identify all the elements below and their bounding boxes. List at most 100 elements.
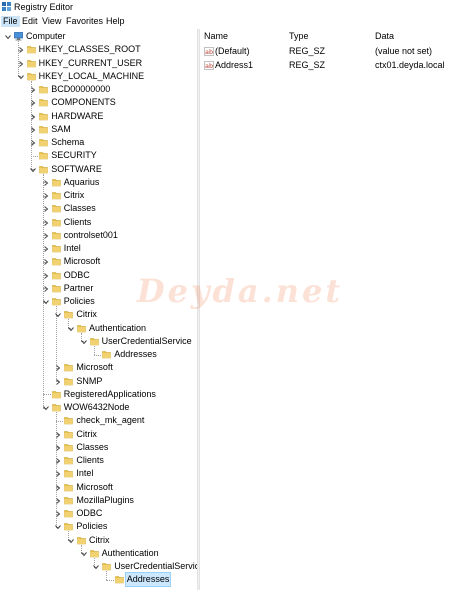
chevron-down-icon[interactable] xyxy=(42,295,50,308)
tree-item[interactable]: Microsoft xyxy=(0,361,197,374)
chevron-right-icon[interactable] xyxy=(54,507,62,520)
tree-item[interactable]: SAM xyxy=(0,123,197,136)
value-type[interactable]: REG_SZ xyxy=(289,59,325,72)
tree-item[interactable]: Microsoft xyxy=(0,481,197,494)
chevron-right-icon[interactable] xyxy=(42,229,50,242)
tree-item[interactable]: Policies xyxy=(0,520,197,533)
chevron-right-icon[interactable] xyxy=(42,242,50,255)
tree-item[interactable]: Citrix xyxy=(0,428,197,441)
tree-item[interactable]: Clients xyxy=(0,216,197,229)
menu-help[interactable]: Help xyxy=(104,16,127,27)
chevron-right-icon[interactable] xyxy=(29,123,37,136)
menu-view[interactable]: View xyxy=(40,16,63,27)
tree-item[interactable]: SECURITY xyxy=(0,149,197,162)
chevron-right-icon[interactable] xyxy=(42,202,50,215)
tree-item[interactable]: Policies xyxy=(0,295,197,308)
tree-item[interactable]: Clients xyxy=(0,454,197,467)
chevron-right-icon[interactable] xyxy=(42,269,50,282)
tree-item[interactable]: Computer xyxy=(0,30,197,43)
column-header-data[interactable]: Data xyxy=(375,29,394,44)
tree-item[interactable]: Addresses xyxy=(0,348,197,361)
chevron-down-icon[interactable] xyxy=(67,534,75,547)
folder-icon xyxy=(51,298,61,306)
chevron-right-icon[interactable] xyxy=(42,282,50,295)
tree-item[interactable]: SNMP xyxy=(0,375,197,388)
tree-item-label: Classes xyxy=(76,441,109,452)
chevron-down-icon[interactable] xyxy=(92,560,100,573)
menu-edit[interactable]: Edit xyxy=(20,16,40,27)
tree-item[interactable]: Citrix xyxy=(0,308,197,321)
tree-item[interactable]: HARDWARE xyxy=(0,110,197,123)
chevron-down-icon[interactable] xyxy=(4,30,12,43)
chevron-right-icon[interactable] xyxy=(42,189,50,202)
tree-item[interactable]: HKEY_CLASSES_ROOT xyxy=(0,43,197,56)
chevron-down-icon[interactable] xyxy=(29,163,37,176)
value-type[interactable]: REG_SZ xyxy=(289,45,325,58)
tree-item[interactable]: Citrix xyxy=(0,189,197,202)
value-name[interactable]: Address1 xyxy=(215,59,253,72)
tree-item[interactable]: controlset001 xyxy=(0,229,197,242)
menu-favorites[interactable]: Favorites xyxy=(64,16,105,27)
menu-file[interactable]: File xyxy=(1,16,20,27)
tree-item[interactable]: Authentication xyxy=(0,322,197,335)
tree-item[interactable]: UserCredentialService xyxy=(0,335,197,348)
tree-item[interactable]: COMPONENTS xyxy=(0,96,197,109)
chevron-down-icon[interactable] xyxy=(54,520,62,533)
chevron-down-icon[interactable] xyxy=(42,401,50,414)
tree-item-label: Clients xyxy=(76,455,104,465)
chevron-right-icon[interactable] xyxy=(54,428,62,441)
tree-item[interactable]: Intel xyxy=(0,242,197,255)
chevron-right-icon[interactable] xyxy=(29,83,37,96)
tree-item[interactable]: HKEY_CURRENT_USER xyxy=(0,57,197,70)
tree-item[interactable]: ODBC xyxy=(0,269,197,282)
tree-item[interactable]: WOW6432Node xyxy=(0,401,197,414)
chevron-right-icon[interactable] xyxy=(54,481,62,494)
chevron-right-icon[interactable] xyxy=(29,136,37,149)
column-header-name[interactable]: Name xyxy=(204,29,228,44)
chevron-right-icon[interactable] xyxy=(54,467,62,480)
chevron-right-icon[interactable] xyxy=(42,176,50,189)
tree-item[interactable]: Aquarius xyxy=(0,176,197,189)
tree-item[interactable]: Schema xyxy=(0,136,197,149)
chevron-right-icon[interactable] xyxy=(29,96,37,109)
chevron-right-icon[interactable] xyxy=(17,57,25,70)
value-data[interactable]: ctx01.deyda.local xyxy=(375,59,445,72)
chevron-right-icon[interactable] xyxy=(54,441,62,454)
chevron-right-icon[interactable] xyxy=(42,216,50,229)
chevron-right-icon[interactable] xyxy=(54,454,62,467)
value-list[interactable]: Name Type Data ab (Default) REG_SZ (value n… xyxy=(200,29,474,590)
chevron-down-icon[interactable] xyxy=(80,547,88,560)
chevron-right-icon[interactable] xyxy=(54,361,62,374)
tree-item[interactable]: Classes xyxy=(0,202,197,215)
folder-icon xyxy=(51,218,61,226)
tree-item[interactable]: RegisteredApplications xyxy=(0,388,197,401)
tree-item[interactable]: BCD00000000 xyxy=(0,83,197,96)
tree-item[interactable]: Intel xyxy=(0,467,197,480)
menu-bar: File Edit View Favorites Help xyxy=(0,15,474,28)
chevron-down-icon[interactable] xyxy=(17,70,25,83)
tree-item[interactable]: check_mk_agent xyxy=(0,414,197,427)
chevron-right-icon[interactable] xyxy=(17,43,25,56)
registry-tree[interactable]: Computer HKEY_CLASSES_ROOT HKEY_CURRENT_US… xyxy=(0,29,197,590)
tree-item[interactable]: SOFTWARE xyxy=(0,163,197,176)
tree-item[interactable]: UserCredentialService xyxy=(0,560,197,573)
chevron-right-icon[interactable] xyxy=(42,255,50,268)
value-name[interactable]: (Default) xyxy=(215,45,250,58)
tree-item[interactable]: Citrix xyxy=(0,534,197,547)
chevron-down-icon[interactable] xyxy=(80,335,88,348)
tree-item[interactable]: HKEY_LOCAL_MACHINE xyxy=(0,70,197,83)
tree-item[interactable]: MozillaPlugins xyxy=(0,494,197,507)
tree-item[interactable]: Authentication xyxy=(0,547,197,560)
tree-item[interactable]: Partner xyxy=(0,282,197,295)
tree-item[interactable]: Classes xyxy=(0,441,197,454)
tree-item[interactable]: ODBC xyxy=(0,507,197,520)
tree-item[interactable]: Microsoft xyxy=(0,255,197,268)
value-data[interactable]: (value not set) xyxy=(375,45,432,58)
chevron-right-icon[interactable] xyxy=(29,110,37,123)
chevron-right-icon[interactable] xyxy=(54,494,62,507)
tree-item[interactable]: Addresses xyxy=(0,572,197,588)
column-header-type[interactable]: Type xyxy=(289,29,309,44)
chevron-down-icon[interactable] xyxy=(67,322,75,335)
chevron-down-icon[interactable] xyxy=(54,308,62,321)
chevron-right-icon[interactable] xyxy=(54,375,62,388)
